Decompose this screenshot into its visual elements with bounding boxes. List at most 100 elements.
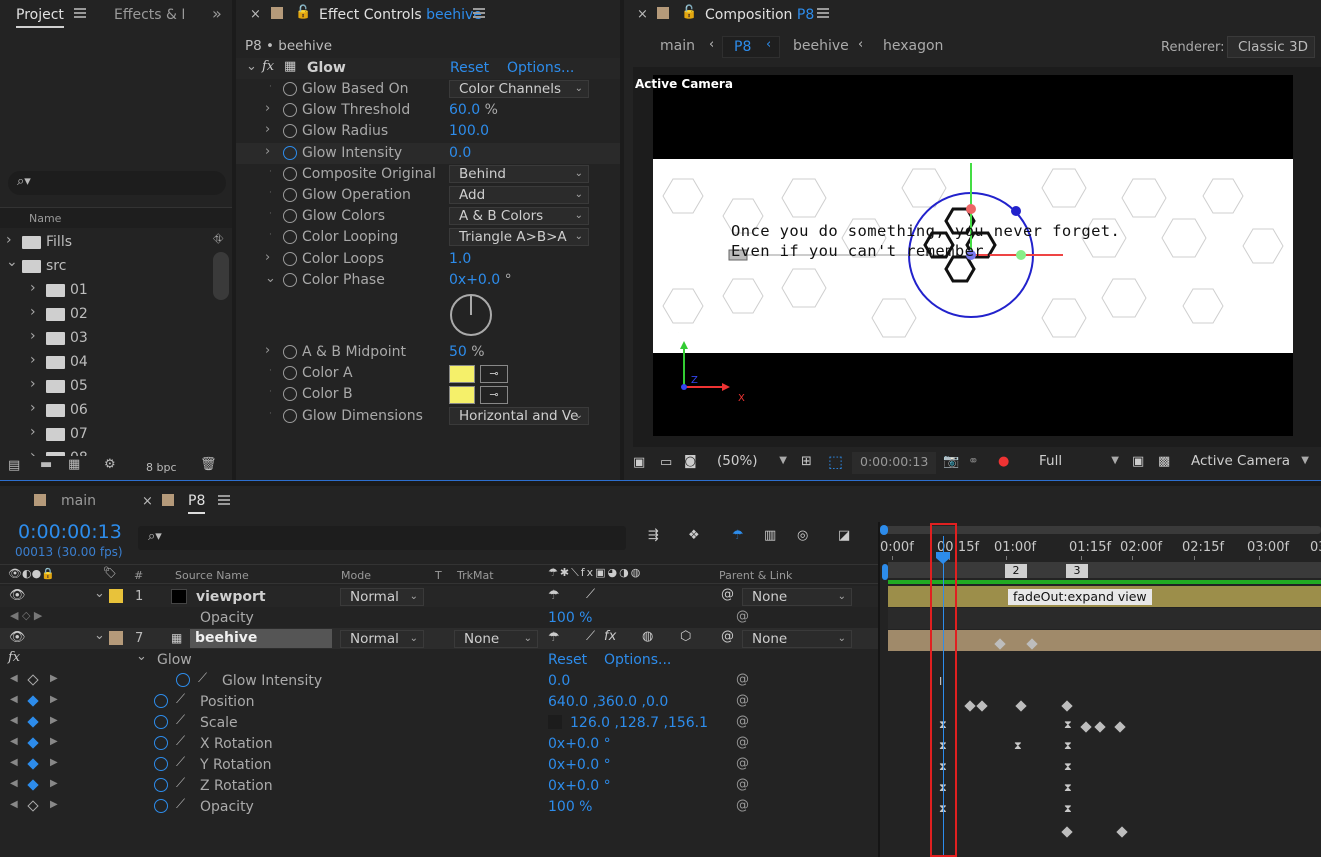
options-link[interactable]: Options... xyxy=(507,60,574,76)
next-keyframe-icon[interactable]: ▶ xyxy=(50,694,58,705)
property-value[interactable]: 60.0 % xyxy=(449,102,498,118)
property-value[interactable]: 50 % xyxy=(449,344,485,360)
stopwatch-icon[interactable] xyxy=(283,166,297,181)
expression-icon[interactable]: @ xyxy=(736,756,749,771)
stopwatch-icon[interactable] xyxy=(283,209,297,224)
stopwatch-icon[interactable] xyxy=(283,103,297,118)
layer-marker-label[interactable]: fadeOut:expand view xyxy=(1008,589,1152,605)
breadcrumb-main[interactable]: main xyxy=(660,38,695,54)
keyframe[interactable] xyxy=(1061,700,1073,712)
color-swatch[interactable] xyxy=(449,365,475,384)
property-dropdown[interactable]: Add ⌄ xyxy=(449,186,589,204)
expression-icon[interactable]: @ xyxy=(736,777,749,792)
marker-start[interactable] xyxy=(882,564,888,580)
monitor-icon[interactable]: ▭ xyxy=(660,455,672,470)
vr-icon[interactable]: ◙ xyxy=(684,454,697,469)
stopwatch-icon[interactable] xyxy=(154,757,168,771)
motion-blur-switch-icon[interactable]: ◍ xyxy=(642,629,653,644)
shy-switch-icon[interactable]: ☂ xyxy=(548,588,560,603)
project-item[interactable]: › 02 xyxy=(0,302,212,326)
pickwhip-icon[interactable]: @ xyxy=(721,587,734,602)
lock-icon[interactable]: 🔓 xyxy=(681,5,697,20)
timeline-search[interactable]: ⌕▾ xyxy=(138,526,626,550)
layer-row-beehive[interactable]: 👁 ⌄ 7 ▦ beehive Normal ⌄ None ⌄ ☂ ⟋ fx ◍ ⬡… xyxy=(0,628,878,649)
chevron-right-icon[interactable]: › xyxy=(30,400,36,416)
comp-mini-flowchart-icon[interactable]: ⇶ xyxy=(648,528,659,543)
next-keyframe-icon[interactable]: ▶ xyxy=(50,715,58,726)
chevron-down-icon[interactable]: ⌄ xyxy=(265,271,276,286)
stopwatch-icon[interactable] xyxy=(154,694,168,708)
property-row[interactable]: ◀ ▶ ⟋ Glow Intensity 0.0 @ xyxy=(0,670,878,691)
stopwatch-icon[interactable] xyxy=(283,345,297,359)
keyframe[interactable]: ⧗ xyxy=(1014,740,1024,751)
roi-icon[interactable]: ▣ xyxy=(1132,454,1144,469)
layer-name[interactable]: viewport xyxy=(196,589,266,605)
prev-keyframe-icon[interactable]: ◀ xyxy=(10,799,18,810)
stopwatch-icon[interactable] xyxy=(154,778,168,792)
label-color[interactable] xyxy=(109,631,123,645)
keyframe[interactable] xyxy=(1114,721,1126,733)
project-item[interactable]: › 04 xyxy=(0,350,212,374)
expression-icon[interactable]: @ xyxy=(736,609,749,624)
property-value[interactable]: 100 % xyxy=(548,799,592,815)
stopwatch-icon[interactable] xyxy=(283,124,297,139)
prev-keyframe-icon[interactable]: ◀ xyxy=(10,736,18,747)
lock-icon[interactable]: 🔓 xyxy=(295,5,311,20)
chevron-right-icon[interactable]: › xyxy=(30,304,36,320)
comp-viewer[interactable]: Once you do something, you never forget.… xyxy=(633,67,1321,447)
label-color[interactable] xyxy=(109,589,123,603)
breadcrumb-hexagon[interactable]: hexagon xyxy=(883,38,943,54)
property-row[interactable]: ◀ ◇ ▶ Opacity 100 % @ xyxy=(0,607,878,628)
property-row[interactable]: ◀ ▶ ⟋ Z Rotation 0x+0.0 ° @ xyxy=(0,775,878,796)
menu-icon[interactable] xyxy=(473,8,485,18)
3d-view-dropdown[interactable]: Active Camera ▼ xyxy=(1182,453,1314,471)
resolution-dropdown[interactable]: Full ▼ xyxy=(1030,453,1124,471)
magnification-dropdown[interactable]: (50%) ▼ xyxy=(708,453,792,471)
reset-link[interactable]: Reset xyxy=(450,60,489,76)
chevron-right-icon[interactable]: › xyxy=(30,424,36,440)
stopwatch-icon[interactable] xyxy=(176,673,190,687)
eye-icon[interactable]: 👁 xyxy=(9,630,26,645)
stopwatch-icon[interactable] xyxy=(283,272,297,287)
keyframe[interactable] xyxy=(1116,826,1128,838)
fx-switch-icon[interactable]: fx xyxy=(604,629,616,644)
graph-icon[interactable]: ⟋ xyxy=(176,734,185,749)
effect-property-row[interactable]: · Glow Based On Color Channels ⌄ xyxy=(236,79,620,100)
effect-property-row[interactable]: › Color Loops 1.0 xyxy=(236,249,620,270)
effect-property-row[interactable]: · Glow Colors A & B Colors ⌄ xyxy=(236,206,620,227)
prev-keyframe-icon[interactable]: ◀ xyxy=(10,715,18,726)
effect-property-row[interactable]: · Glow Dimensions Horizontal and Ve ⌄ xyxy=(236,406,620,427)
effect-header-glow[interactable]: ⌄ fx ▦ Glow Reset Options... xyxy=(236,58,620,79)
graph-icon[interactable]: ⟋ xyxy=(176,797,185,812)
keyframe-nav-icon[interactable]: ◀ ◇ ▶ xyxy=(10,609,42,622)
project-item[interactable]: › Fills xyxy=(0,230,212,254)
property-value[interactable]: 0.0 xyxy=(548,673,570,689)
chevron-down-icon[interactable]: ⌄ xyxy=(94,628,105,643)
chevron-right-icon[interactable]: › xyxy=(30,328,36,344)
eyedropper-icon[interactable]: ⊸ xyxy=(480,365,508,384)
tab-project[interactable]: Project xyxy=(16,7,64,28)
new-comp-icon[interactable]: ▦ xyxy=(68,457,80,472)
stopwatch-icon[interactable] xyxy=(154,799,168,813)
graph-icon[interactable]: ⟋ xyxy=(176,755,185,770)
3d-layer-switch-icon[interactable]: ⬡ xyxy=(680,629,691,644)
chevron-right-icon[interactable]: › xyxy=(265,343,270,358)
keyframe-icon[interactable] xyxy=(27,695,39,707)
keyframe[interactable]: ⧗ xyxy=(1064,761,1074,772)
pickwhip-icon[interactable]: @ xyxy=(721,629,734,644)
name-column-header[interactable]: Name xyxy=(0,207,232,228)
chevron-right-icon[interactable]: › xyxy=(30,376,36,392)
keyframe[interactable] xyxy=(1080,721,1092,733)
chevron-right-icon[interactable]: › xyxy=(30,352,36,368)
property-value[interactable]: 0x+0.0 ° xyxy=(548,757,611,773)
project-item[interactable]: ⌄ src xyxy=(0,254,212,278)
tab-p8[interactable]: P8 xyxy=(188,493,206,514)
comp-marker-3[interactable]: 3 xyxy=(1066,564,1088,578)
effect-property-row[interactable]: ⌄ Color Phase 0x+0.0 ° xyxy=(236,270,620,291)
effect-property-row[interactable]: · Composite Original Behind ⌄ xyxy=(236,164,620,185)
prev-keyframe-icon[interactable]: ◀ xyxy=(10,778,18,789)
color-phase-dial[interactable] xyxy=(448,292,494,338)
stopwatch-icon[interactable] xyxy=(283,366,297,381)
snapshot-icon[interactable]: 📷 xyxy=(943,454,959,469)
mode-dropdown[interactable]: Normal ⌄ xyxy=(340,588,424,606)
